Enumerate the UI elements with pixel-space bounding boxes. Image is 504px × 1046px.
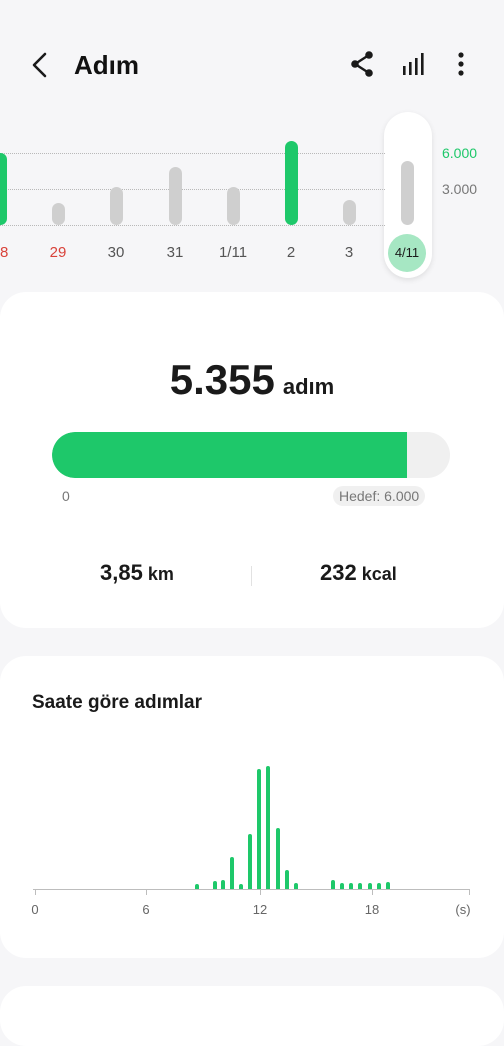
day-label[interactable]: 1/11 <box>211 244 255 261</box>
steps-value: 5.355 <box>169 356 275 403</box>
hour-bar <box>213 881 218 889</box>
day-label[interactable]: 31 <box>153 244 197 261</box>
back-icon[interactable] <box>24 48 58 82</box>
hourly-title: Saate göre adımlar <box>32 692 203 713</box>
calories-value: 232 <box>320 560 357 585</box>
day-bar[interactable] <box>169 167 182 225</box>
day-bar[interactable] <box>401 160 414 225</box>
day-label[interactable]: 4/11 <box>388 234 426 272</box>
axis-tick-label: 12 <box>252 902 268 917</box>
share-icon[interactable] <box>347 48 377 80</box>
hour-bar <box>248 834 253 889</box>
hour-bar <box>220 879 225 889</box>
calories-stat: 232 kcal <box>320 560 397 586</box>
goal-gridline <box>0 153 385 154</box>
progress-start-label: 0 <box>62 488 70 504</box>
more-icon[interactable] <box>446 48 476 80</box>
goal-label: Hedef: 6.000 <box>333 486 426 506</box>
axis-tick <box>469 889 470 895</box>
day-bar[interactable] <box>285 141 298 225</box>
hourly-x-axis <box>33 889 470 890</box>
axis-tick-label: 18 <box>364 902 380 917</box>
day-label[interactable]: 29 <box>36 244 80 261</box>
bar-chart-icon[interactable] <box>399 48 429 80</box>
base-gridline <box>0 225 385 226</box>
hour-bar <box>229 856 234 889</box>
hour-bar <box>275 827 280 889</box>
day-label[interactable]: 28 <box>0 244 22 261</box>
app-header: Adım <box>0 0 504 120</box>
axis-tick <box>372 889 373 895</box>
hour-bar <box>330 879 335 889</box>
day-bar[interactable] <box>343 199 356 225</box>
day-label[interactable]: 2 <box>269 244 313 261</box>
distance-value: 3,85 <box>100 560 143 585</box>
day-label[interactable]: 3 <box>327 244 371 261</box>
hour-bar <box>284 869 289 889</box>
axis-tick <box>35 889 36 895</box>
axis-tick-label: 0 <box>31 902 39 917</box>
distance-stat: 3,85 km <box>100 560 174 586</box>
goal-line-label: 6.000 <box>442 145 478 161</box>
axis-tick-label: 6 <box>142 902 150 917</box>
stat-divider <box>251 566 252 586</box>
steps-total: 5.355 adım <box>0 356 504 404</box>
day-bar[interactable] <box>110 186 123 225</box>
distance-unit: km <box>147 564 174 584</box>
next-card <box>0 986 504 1046</box>
steps-unit: adım <box>282 374 335 399</box>
hour-bar <box>385 881 390 889</box>
hour-bar <box>266 765 271 889</box>
day-label[interactable]: 30 <box>94 244 138 261</box>
axis-tick <box>260 889 261 895</box>
calories-unit: kcal <box>361 564 397 584</box>
day-bar[interactable] <box>0 153 7 225</box>
goal-progress-bar <box>52 432 450 478</box>
day-bar[interactable] <box>227 186 240 225</box>
mid-gridline <box>0 189 385 190</box>
axis-tick-label: (s) <box>455 902 471 917</box>
hour-bar <box>257 769 262 889</box>
goal-progress-fill <box>52 432 408 478</box>
axis-tick <box>146 889 147 895</box>
page-title: Adım <box>74 50 139 80</box>
day-bar[interactable] <box>52 203 65 225</box>
mid-line-label: 3.000 <box>442 181 478 197</box>
